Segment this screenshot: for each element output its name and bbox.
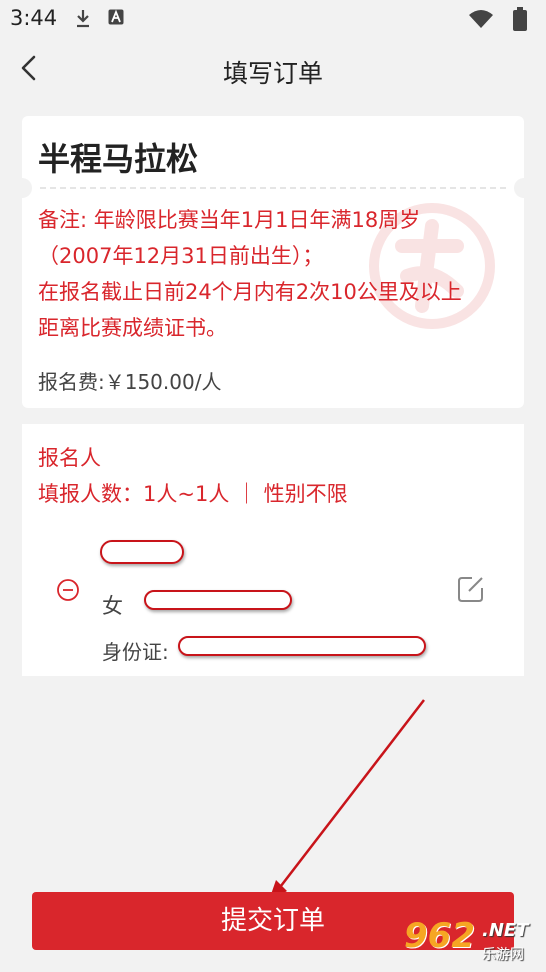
redacted-phone bbox=[144, 590, 292, 610]
edit-icon bbox=[458, 577, 483, 602]
redacted-id-number bbox=[178, 636, 426, 656]
registrant-card: 报名人 填报人数：1人~1人 ｜ 性别不限 女 身份证: bbox=[22, 424, 524, 676]
dashed-divider bbox=[40, 187, 506, 189]
registration-fee: 报名费:￥150.00/人 bbox=[38, 370, 222, 394]
registrant-title: 报名人 bbox=[38, 446, 101, 470]
ticket-notch-left bbox=[12, 178, 32, 198]
registrant-count-info: 填报人数：1人~1人 ｜ 性别不限 bbox=[38, 482, 348, 506]
header: 填写订单 bbox=[0, 36, 546, 102]
note-line: 在报名截止日前24个月内有2次10公里及以上 bbox=[38, 280, 462, 304]
logo-suffix: .NET bbox=[482, 920, 529, 941]
remove-registrant-button[interactable] bbox=[56, 578, 80, 602]
registrant-id-label: 身份证: bbox=[102, 640, 169, 664]
page-title: 填写订单 bbox=[222, 59, 323, 88]
battery-icon bbox=[513, 7, 527, 35]
note-line: 备注: 年龄限比赛当年1月1日年满18周岁 bbox=[38, 208, 421, 232]
edit-registrant-button[interactable] bbox=[456, 574, 486, 604]
redacted-name bbox=[100, 540, 184, 564]
a-icon bbox=[108, 9, 124, 29]
status-bar: 3:44 bbox=[0, 0, 546, 36]
logo-cn: 乐游网 bbox=[482, 947, 524, 963]
download-icon bbox=[74, 8, 92, 32]
event-card: 半程马拉松 备注: 年龄限比赛当年1月1日年满18周岁 （2007年12月31日… bbox=[12, 116, 534, 408]
registrant-gender: 女 bbox=[102, 594, 123, 618]
logo-number: 962 bbox=[404, 916, 475, 956]
wifi-icon bbox=[468, 9, 494, 33]
status-time: 3:44 bbox=[10, 6, 58, 30]
minus-circle-icon bbox=[57, 579, 79, 601]
note-line: （2007年12月31日前出生）； bbox=[38, 244, 324, 268]
site-watermark-logo: 962 .NET 乐游网 bbox=[404, 914, 544, 970]
event-name: 半程马拉松 bbox=[38, 140, 199, 178]
ticket-notch-right bbox=[514, 178, 534, 198]
event-note: 备注: 年龄限比赛当年1月1日年满18周岁 （2007年12月31日前出生）； … bbox=[38, 202, 508, 346]
note-line: 距离比赛成绩证书。 bbox=[38, 316, 227, 340]
